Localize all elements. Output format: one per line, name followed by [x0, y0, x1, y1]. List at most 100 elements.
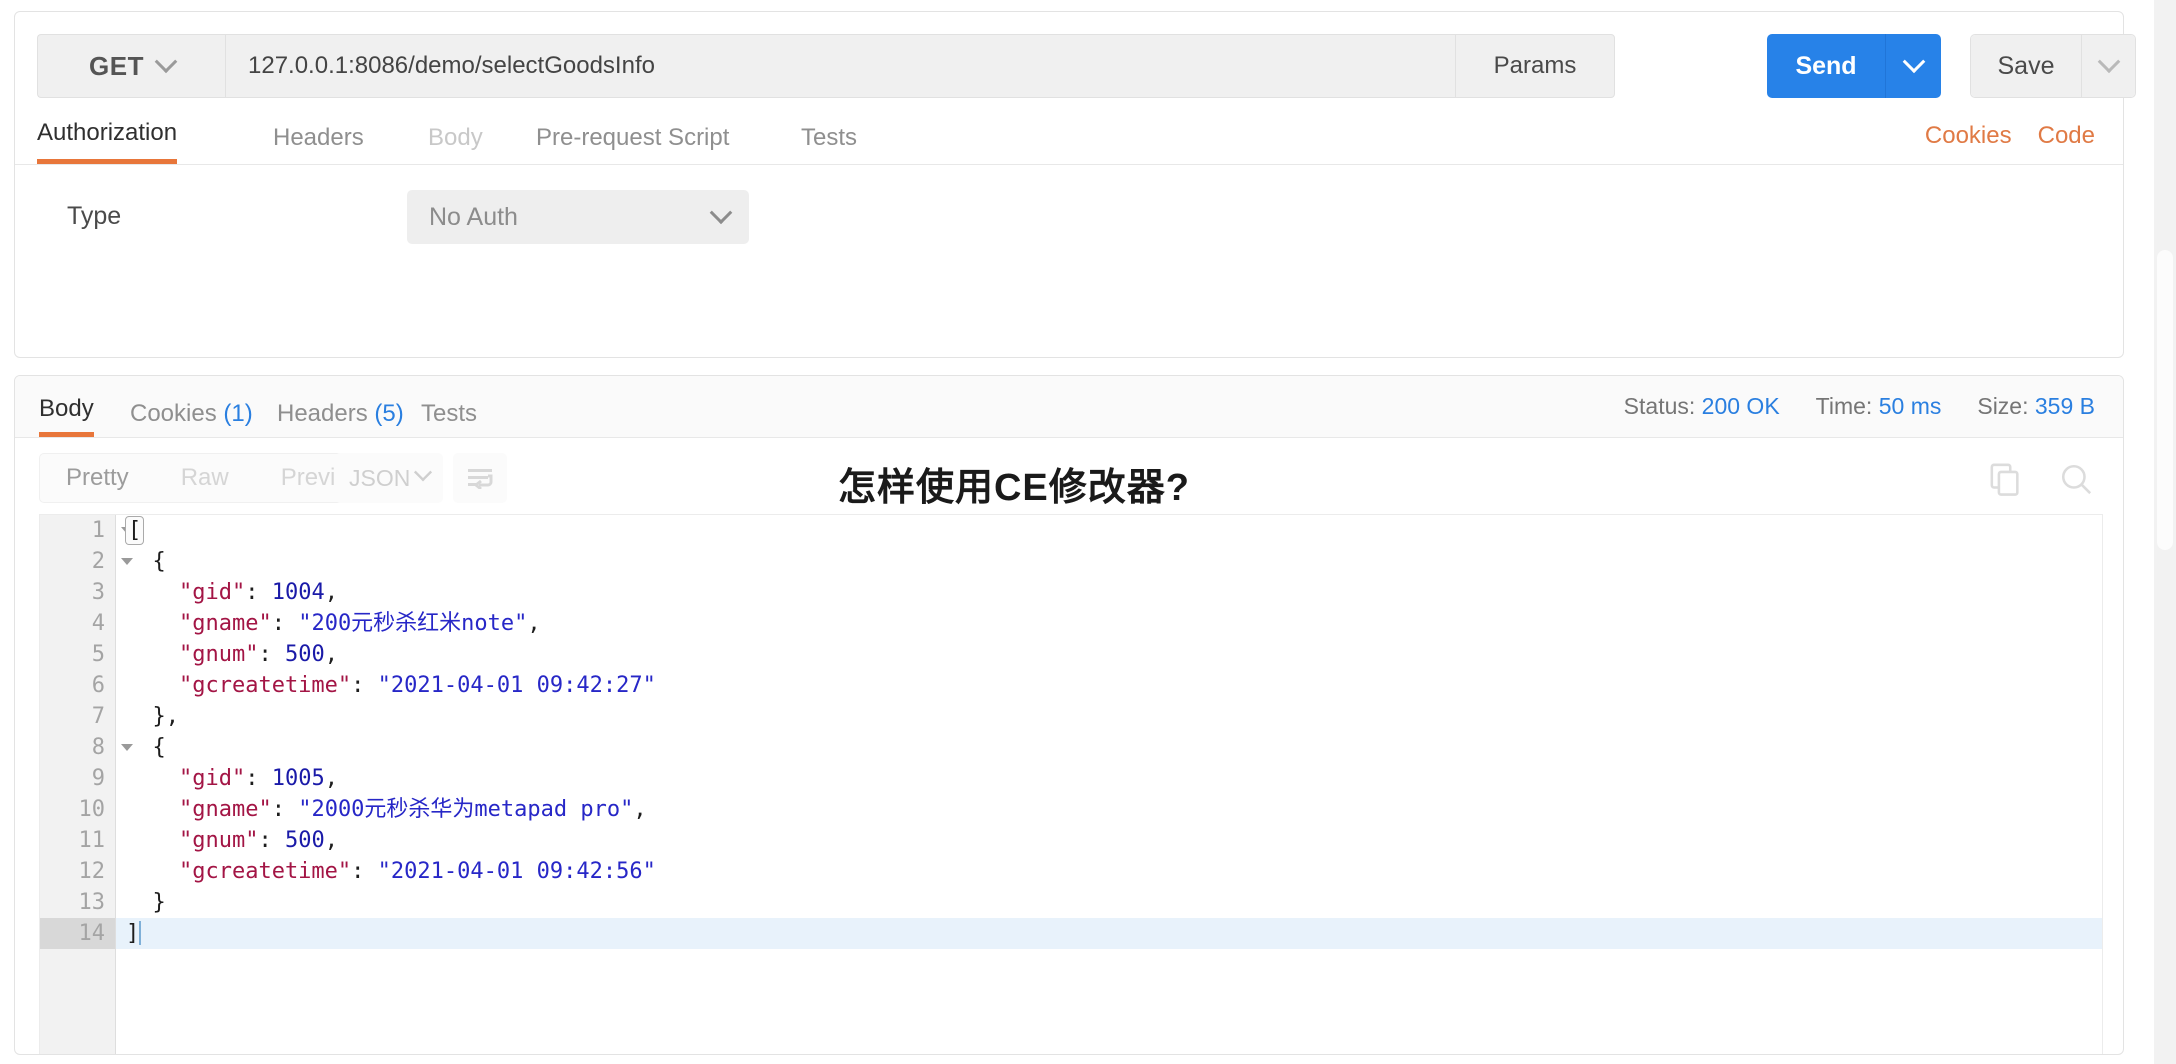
- code-token: :: [245, 580, 272, 605]
- tab-headers[interactable]: Headers: [273, 124, 364, 164]
- size-value: 359 B: [2034, 393, 2095, 419]
- editor-line-number: 7: [91, 704, 105, 729]
- send-options-button[interactable]: [1885, 34, 1941, 98]
- response-format-select[interactable]: JSON: [335, 453, 443, 503]
- editor-line-number: 12: [78, 859, 106, 884]
- view-mode-pretty[interactable]: Pretty: [40, 454, 155, 502]
- code-token: "2021-04-01 09:42:27": [377, 673, 656, 698]
- url-input-value: 127.0.0.1:8086/demo/selectGoodsInfo: [248, 52, 655, 79]
- response-body-toolbar: Pretty Raw Preview JSON 怎样使用CE修改器?: [15, 438, 2123, 514]
- code-token: 1004: [271, 580, 325, 605]
- editor-line-number: 4: [91, 611, 105, 636]
- code-token: ,: [633, 797, 647, 822]
- tab-pre-request-script[interactable]: Pre-request Script: [536, 124, 729, 164]
- code-token: {: [126, 549, 166, 574]
- code-token: :: [258, 828, 285, 853]
- response-tab-body[interactable]: Body: [39, 395, 94, 437]
- editor-line-number: 8: [40, 732, 133, 763]
- editor-code-line: },: [116, 701, 2102, 732]
- save-button[interactable]: Save: [1971, 35, 2081, 97]
- response-code-editor[interactable]: 1 2 3 4 5 6 7 8 9 10 11 12 13 14 [ { "gid": 1004, "gn…: [39, 514, 2103, 1054]
- chevron-down-icon: [2097, 50, 2120, 74]
- response-body-actions: [1989, 462, 2093, 496]
- word-wrap-icon: [468, 469, 493, 489]
- params-button-label: Params: [1493, 52, 1577, 79]
- code-token: }: [126, 890, 166, 915]
- size-label: Size:: [1977, 393, 2029, 419]
- editor-code-line: {: [116, 732, 2102, 763]
- params-button[interactable]: Params: [1455, 34, 1615, 98]
- code-token: :: [271, 797, 299, 822]
- editor-code-line: ]: [116, 918, 2102, 949]
- word-wrap-button[interactable]: [453, 453, 507, 503]
- editor-code-line: "gnum": 500,: [116, 825, 2102, 856]
- code-token: :: [258, 642, 285, 667]
- editor-code-line: {: [116, 546, 2102, 577]
- editor-line-number: 6: [91, 673, 105, 698]
- code-token: ,: [324, 828, 338, 853]
- status-badge: Status: 200 OK: [1624, 393, 1780, 420]
- code-token: ,: [324, 766, 338, 791]
- send-button-group: Send: [1767, 34, 1941, 98]
- code-token: 1005: [271, 766, 325, 791]
- editor-code-line: "gcreatetime": "2021-04-01 09:42:27": [116, 670, 2102, 701]
- tab-tests[interactable]: Tests: [801, 124, 857, 164]
- search-icon[interactable]: [2059, 462, 2093, 496]
- editor-line-number-gutter: 1 2 3 4 5 6 7 8 9 10 11 12 13 14: [40, 515, 133, 1054]
- send-button[interactable]: Send: [1767, 34, 1885, 98]
- response-tab-tests-label: Tests: [421, 400, 478, 427]
- code-link[interactable]: Code: [2038, 122, 2095, 150]
- auth-type-label: Type: [67, 202, 122, 230]
- editor-code-line: "gname": "200元秒杀红米note",: [116, 608, 2102, 639]
- tab-authorization[interactable]: Authorization: [37, 119, 178, 164]
- page-scrollbar[interactable]: [2154, 0, 2176, 1064]
- code-token: :: [271, 611, 299, 636]
- code-token: },: [126, 704, 179, 729]
- code-token: "2000元秒杀华为metapad pro": [298, 797, 634, 822]
- request-tabs: Authorization Headers Body Pre-request S…: [15, 111, 2123, 165]
- response-tab-body-label: Body: [39, 395, 94, 422]
- url-bar: GET 127.0.0.1:8086/demo/selectGoodsInfo …: [37, 34, 1615, 98]
- text-cursor: [139, 921, 142, 945]
- http-method-selector[interactable]: GET: [37, 34, 225, 98]
- code-token: "gnum": [126, 642, 259, 667]
- time-badge: Time: 50 ms: [1816, 393, 1942, 420]
- auth-type-value: No Auth: [429, 202, 518, 231]
- response-tab-headers[interactable]: Headers (5): [277, 400, 404, 437]
- chevron-down-icon: [413, 463, 433, 482]
- code-token: ]: [126, 921, 140, 946]
- cookies-link[interactable]: Cookies: [1925, 122, 2012, 150]
- response-tab-cookies-label: Cookies: [130, 400, 217, 427]
- view-mode-raw[interactable]: Raw: [155, 454, 255, 502]
- save-options-button[interactable]: [2081, 35, 2135, 97]
- page-scrollbar-thumb[interactable]: [2157, 250, 2173, 550]
- tab-body[interactable]: Body: [428, 124, 483, 164]
- response-tab-cookies-count: (1): [223, 400, 253, 427]
- code-token: [: [124, 516, 145, 545]
- status-value: 200 OK: [1701, 393, 1780, 419]
- editor-line-number: 13: [78, 890, 106, 915]
- code-token: :: [245, 766, 272, 791]
- auth-type-select[interactable]: No Auth: [407, 190, 749, 244]
- url-input[interactable]: 127.0.0.1:8086/demo/selectGoodsInfo: [225, 34, 1455, 98]
- editor-line-number: 5: [91, 642, 105, 667]
- size-badge: Size: 359 B: [1977, 393, 2095, 420]
- code-token: "gcreatetime": [126, 673, 352, 698]
- response-panel: Body Cookies (1) Headers (5) Tests Statu…: [14, 375, 2124, 1055]
- http-method-label: GET: [89, 50, 144, 81]
- chevron-down-icon: [154, 50, 178, 74]
- editor-code-line: }: [116, 887, 2102, 918]
- code-token: "gcreatetime": [126, 859, 352, 884]
- editor-line-number: 11: [78, 828, 106, 853]
- response-tab-tests[interactable]: Tests: [421, 400, 477, 437]
- editor-line-number: 14: [40, 918, 115, 949]
- code-token: 500: [284, 642, 325, 667]
- editor-code-area[interactable]: [ { "gid": 1004, "gname": "200元秒杀红米note"…: [116, 515, 2102, 1054]
- editor-code-line: "gcreatetime": "2021-04-01 09:42:56": [116, 856, 2102, 887]
- response-tab-cookies[interactable]: Cookies (1): [130, 400, 253, 437]
- copy-icon[interactable]: [1989, 462, 2023, 496]
- code-token: "gname": [126, 797, 272, 822]
- code-token: :: [351, 673, 378, 698]
- code-token: "gname": [126, 611, 272, 636]
- chevron-down-icon: [1902, 50, 1925, 74]
